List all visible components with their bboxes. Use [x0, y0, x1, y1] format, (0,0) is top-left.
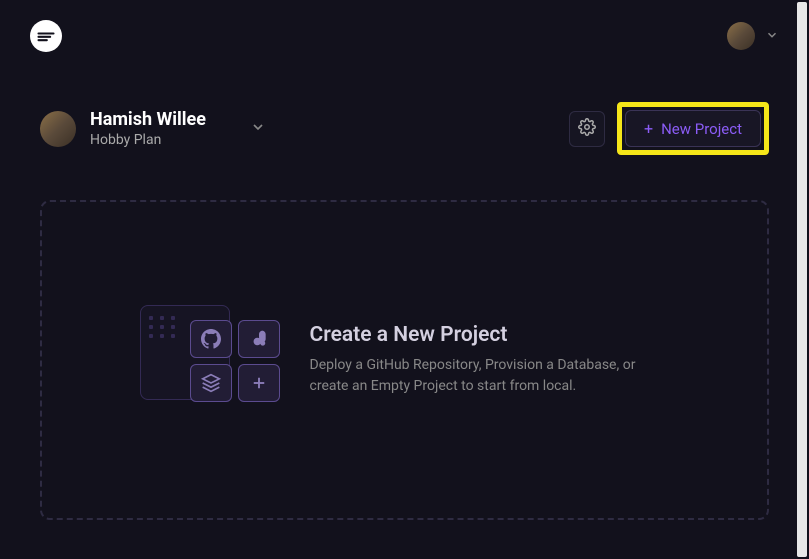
database-icon [238, 320, 280, 358]
github-icon [190, 320, 232, 358]
account-plan: Hobby Plan [90, 132, 206, 148]
gear-icon [578, 118, 596, 140]
chevron-down-icon[interactable] [765, 27, 779, 46]
new-project-button[interactable]: + New Project [625, 110, 761, 147]
plus-icon: + [644, 119, 653, 138]
layers-icon [190, 364, 232, 402]
new-project-highlight: + New Project [617, 102, 769, 155]
empty-state-panel: Create a New Project Deploy a GitHub Rep… [40, 200, 769, 520]
new-project-label: New Project [661, 120, 742, 138]
plus-box-icon [238, 364, 280, 402]
account-name: Hamish Willee [90, 109, 206, 130]
account-avatar [40, 111, 76, 147]
app-logo[interactable] [30, 20, 62, 52]
settings-button[interactable] [569, 111, 605, 147]
empty-description: Deploy a GitHub Repository, Provision a … [310, 355, 670, 397]
scrollbar[interactable] [797, 2, 807, 557]
empty-title: Create a New Project [310, 323, 670, 347]
empty-illustration [140, 305, 280, 415]
user-avatar[interactable] [727, 22, 755, 50]
account-chevron-icon[interactable] [250, 119, 266, 139]
